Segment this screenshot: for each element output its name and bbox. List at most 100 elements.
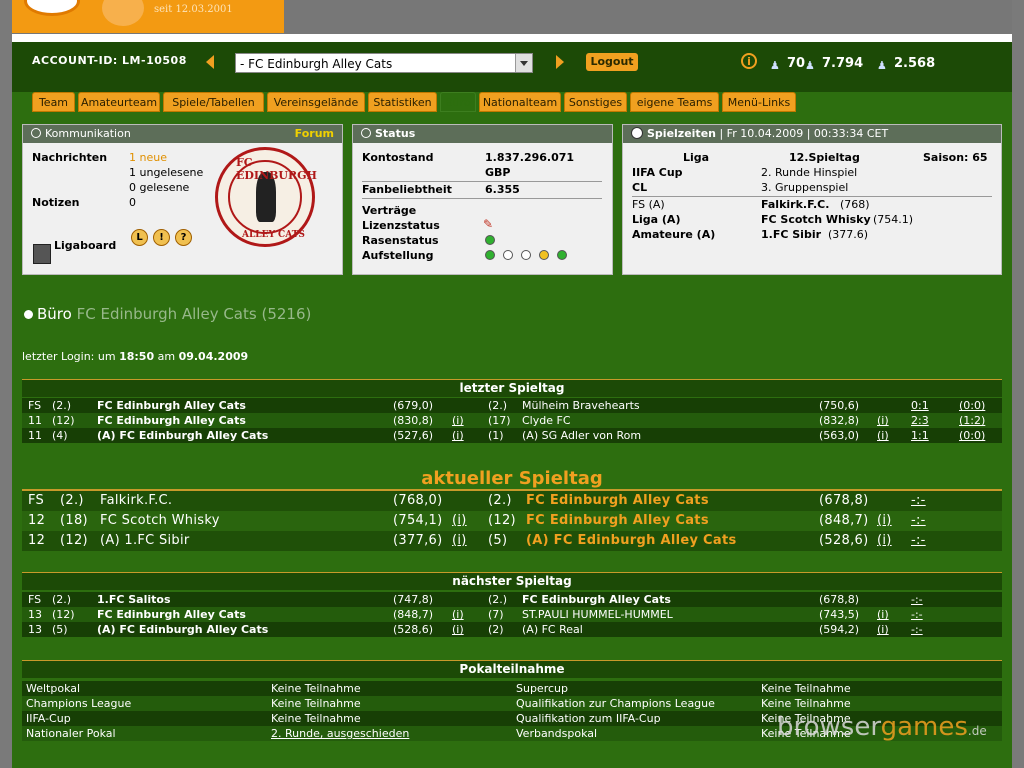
team-select[interactable]: - FC Edinburgh Alley Cats (235, 53, 533, 73)
pokal-header: Pokalteilnahme (22, 660, 1002, 678)
match-cell: (527,6) (393, 429, 434, 442)
pokal-link[interactable]: 2. Runde, ausgeschieden (271, 726, 409, 741)
match-link[interactable]: (i) (877, 607, 889, 622)
fs-rating: (768) (840, 198, 870, 211)
match-cell: (377,6) (393, 533, 443, 548)
chevron-down-icon[interactable] (515, 54, 532, 72)
club-crest: FC EDINBURGH ALLEY CATS (215, 147, 317, 247)
table-row: FS (2.) 1.FC Salitos (747,8) (2.) FC Edinburg… (22, 592, 1002, 607)
ligaboard-icon[interactable] (33, 244, 51, 264)
match-cell: (12) (488, 513, 516, 528)
match-link[interactable]: 2:3 (911, 413, 929, 428)
match-cell: (1) (488, 429, 504, 442)
match-cell: ST.PAULI HUMMEL-HUMMEL (522, 608, 673, 621)
tab-statistiken[interactable]: Statistiken (368, 92, 437, 112)
pokal-cell: IIFA-Cup (26, 712, 71, 725)
match-link[interactable]: -:- (911, 607, 923, 622)
match-link[interactable]: (i) (452, 531, 467, 551)
ungelesene-messages-link[interactable]: 1 ungelesene (129, 166, 203, 179)
browsergames-watermark: browsergames.de (777, 712, 987, 742)
prev-team-arrow-icon[interactable] (206, 55, 214, 69)
currency: GBP (485, 166, 511, 179)
aufstellung-dot-4[interactable] (539, 250, 549, 260)
match-link[interactable]: (i) (877, 511, 892, 531)
match-link[interactable]: (i) (452, 607, 464, 622)
amateure-team[interactable]: 1.FC Sibir (761, 228, 821, 241)
match-link[interactable]: -:- (911, 491, 926, 511)
tab-amateurteam[interactable]: Amateurteam (78, 92, 160, 112)
match-link[interactable]: (i) (452, 428, 464, 443)
help-button[interactable]: ? (175, 229, 192, 246)
match-link[interactable]: (i) (452, 511, 467, 531)
amateure-rating: (377.6) (828, 228, 869, 241)
match-link[interactable]: (i) (877, 531, 892, 551)
neue-messages-link[interactable]: 1 neue (129, 151, 167, 164)
match-cell: FS (28, 593, 42, 606)
match-cell: 1.FC Salitos (97, 593, 171, 606)
tab-buero[interactable]: Büro (440, 92, 476, 112)
tab-sonstiges[interactable]: Sonstiges (564, 92, 627, 112)
logout-button[interactable]: Logout (586, 53, 638, 71)
match-link[interactable]: (i) (877, 413, 889, 428)
since-date: seit 12.03.2001 (154, 4, 233, 15)
ligaboard-link[interactable]: Ligaboard (54, 239, 116, 252)
match-link[interactable]: 0:1 (911, 398, 929, 413)
match-link[interactable]: (0:0) (959, 428, 985, 443)
info-icon[interactable]: i (741, 53, 757, 69)
match-cell: (678,8) (819, 593, 860, 606)
match-cell: (2.) (488, 399, 508, 412)
match-link[interactable]: (i) (877, 428, 889, 443)
liga-label: Liga (683, 151, 710, 164)
table-row: FS (2.) Falkirk.F.C. (768,0) (2.) FC Edinburg… (22, 491, 1002, 511)
rasen-status-dot (485, 235, 495, 245)
alert-button[interactable]: ! (153, 229, 170, 246)
status-panel: Status Kontostand 1.837.296.071 GBP Fanb… (352, 124, 613, 275)
match-link[interactable]: -:- (911, 511, 926, 531)
match-cell: (768,0) (393, 493, 443, 508)
notizen-label[interactable]: Notizen (32, 196, 80, 209)
cl-label: CL (632, 181, 648, 194)
match-link[interactable]: -:- (911, 531, 926, 551)
fs-team[interactable]: Falkirk.F.C. (761, 198, 829, 211)
pen-icon[interactable]: ✎ (483, 217, 493, 231)
match-link[interactable]: (i) (877, 622, 889, 637)
aufstellung-dot-2[interactable] (503, 250, 513, 260)
next-team-arrow-icon[interactable] (556, 55, 564, 69)
aufstellung-dot-5[interactable] (557, 250, 567, 260)
current-datetime: | Fr 10.04.2009 | 00:33:34 CET (719, 127, 889, 140)
aufstellung-dot-1[interactable] (485, 250, 495, 260)
iifa-label: IIFA Cup (632, 166, 683, 179)
pokal-cell: Qualifikation zum IIFA-Cup (516, 712, 661, 725)
team-subtitle: FC Edinburgh Alley Cats (5216) (76, 305, 312, 323)
liga-l-button[interactable]: L (131, 229, 148, 246)
match-cell: (679,0) (393, 399, 434, 412)
tab-team[interactable]: Team (32, 92, 75, 112)
divider (12, 34, 1012, 42)
liga-a-team[interactable]: FC Scotch Whisky (761, 213, 871, 226)
tab-menue-links[interactable]: Menü-Links (722, 92, 796, 112)
status-header: Status (353, 125, 612, 143)
tab-spiele[interactable]: Spiele/Tabellen (163, 92, 264, 112)
match-link[interactable]: (i) (452, 622, 464, 637)
gelesene-messages-link[interactable]: 0 gelesene (129, 181, 189, 194)
match-cell: (12) (52, 608, 75, 621)
match-link[interactable]: (i) (452, 413, 464, 428)
match-cell: FC Scotch Whisky (100, 513, 220, 528)
table-row: 13 (5) (A) FC Edinburgh Alley Cats (528,6) (… (22, 622, 1002, 637)
match-link[interactable]: (1:2) (959, 413, 985, 428)
match-link[interactable]: 1:1 (911, 428, 929, 443)
site-logo[interactable]: seit 12.03.2001 (12, 0, 284, 33)
tab-eigene-teams[interactable]: eigene Teams (630, 92, 719, 112)
tab-nationalteam[interactable]: Nationalteam (479, 92, 561, 112)
vertraege-link[interactable]: Verträge (362, 204, 416, 217)
match-link[interactable]: -:- (911, 622, 923, 637)
forum-link[interactable]: Forum (295, 125, 334, 143)
pokal-cell: Keine Teilnahme (761, 697, 851, 710)
kommunikation-panel: Kommunikation Forum Nachrichten 1 neue 1 … (22, 124, 343, 275)
pokal-cell: Champions League (26, 697, 132, 710)
match-link[interactable]: (0:0) (959, 398, 985, 413)
tab-vereinsgelaende[interactable]: Vereinsgelände (267, 92, 365, 112)
circle-icon (361, 128, 371, 138)
match-link[interactable]: -:- (911, 592, 923, 607)
aufstellung-dot-3[interactable] (521, 250, 531, 260)
